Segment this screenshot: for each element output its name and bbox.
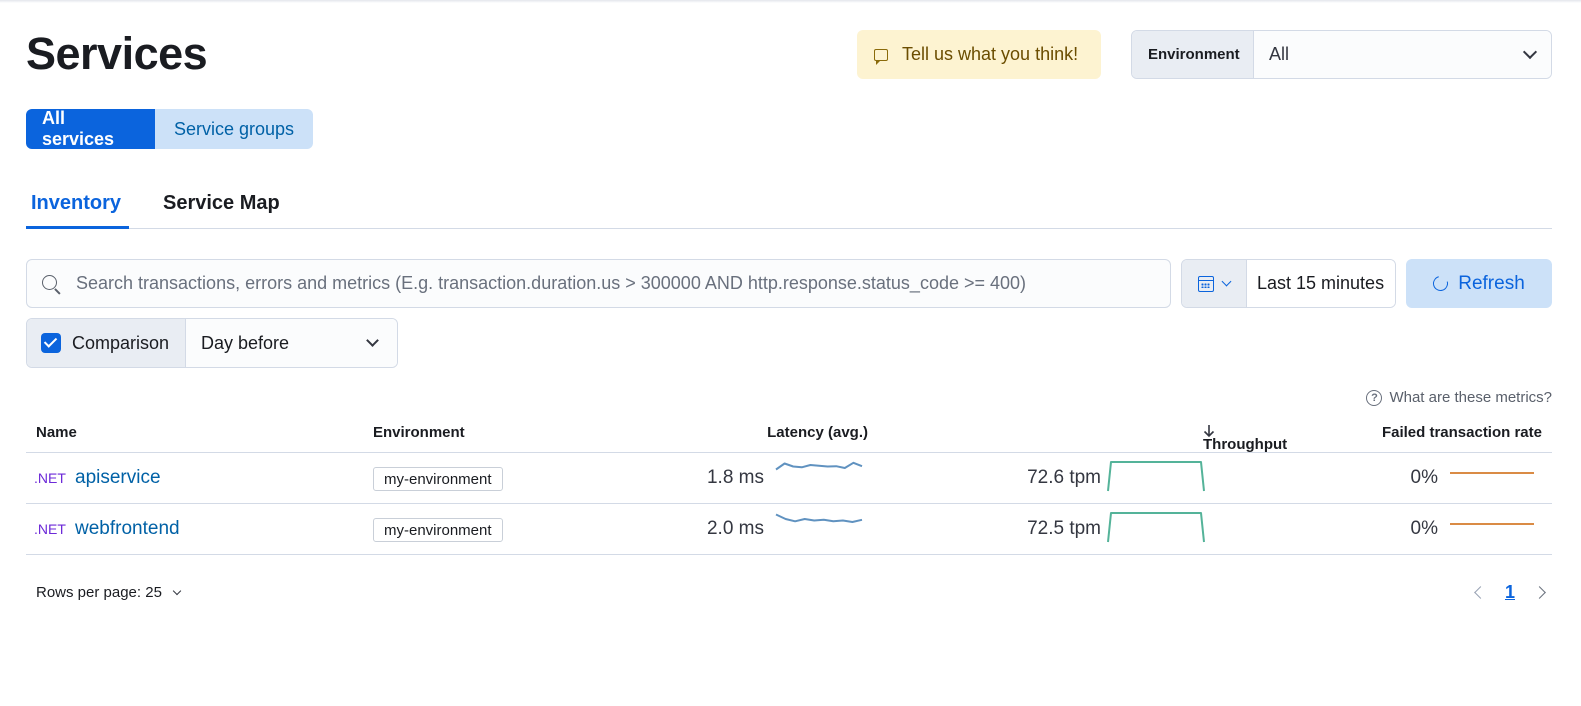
date-picker: Last 15 minutes — [1181, 259, 1396, 308]
latency-sparkline — [775, 461, 863, 471]
latency-value: 2.0 ms — [706, 518, 764, 539]
throughput-sparkline-series — [1107, 461, 1205, 492]
environment-badge: my-environment — [373, 467, 503, 491]
comparison-checkbox[interactable] — [41, 333, 61, 353]
table-row: .NET apiservice my-environment 1.8 ms 72… — [26, 453, 1552, 504]
search-input[interactable] — [76, 273, 1156, 294]
latency-sparkline-series — [775, 461, 863, 471]
metrics-help-link[interactable]: ? What are these metrics? — [1366, 389, 1552, 406]
rows-per-page-label: Rows per page: 25 — [36, 584, 162, 601]
throughput-sparkline — [1107, 512, 1205, 543]
previous-page-icon[interactable] — [1474, 586, 1487, 599]
next-page-icon[interactable] — [1533, 586, 1546, 599]
calendar-icon — [1198, 275, 1214, 292]
date-range-display[interactable]: Last 15 minutes — [1247, 260, 1395, 307]
tab-service-map[interactable]: Service Map — [163, 192, 280, 215]
search-bar — [26, 259, 1171, 308]
metrics-help-label: What are these metrics? — [1389, 389, 1552, 406]
failed-rate-value: 0% — [1410, 518, 1438, 539]
environment-select-label: Environment — [1132, 31, 1254, 78]
column-header-name[interactable]: Name — [36, 424, 77, 441]
tab-inventory[interactable]: Inventory — [31, 192, 121, 215]
chevron-down-icon — [366, 334, 379, 347]
environment-select-value[interactable]: All — [1254, 31, 1551, 78]
table-row: .NET webfrontend my-environment 2.0 ms 7… — [26, 504, 1552, 555]
service-name-link[interactable]: webfrontend — [75, 518, 180, 540]
services-table: Name Environment Latency (avg.) Throughp… — [26, 412, 1552, 555]
service-groups-button[interactable]: Service groups — [155, 109, 313, 149]
chevron-down-icon — [172, 586, 182, 595]
search-icon — [42, 274, 60, 293]
column-header-throughput[interactable]: Throughput — [1203, 424, 1287, 453]
column-header-latency[interactable]: Latency (avg.) — [767, 424, 868, 441]
refresh-label: Refresh — [1458, 272, 1525, 294]
failed-rate-sparkline — [1450, 523, 1534, 525]
throughput-value: 72.5 tpm — [1027, 518, 1101, 539]
dotnet-agent-icon: .NET — [34, 470, 66, 486]
comparison-toggle[interactable]: Comparison — [27, 319, 186, 367]
tab-selected-indicator — [26, 226, 129, 229]
failed-rate-value: 0% — [1410, 467, 1438, 488]
refresh-icon — [1430, 273, 1451, 294]
throughput-sparkline-series — [1107, 512, 1205, 543]
column-header-failed-rate[interactable]: Failed transaction rate — [1382, 424, 1542, 441]
failed-rate-sparkline — [1450, 472, 1534, 474]
page-number-button[interactable]: 1 — [1505, 582, 1515, 603]
latency-sparkline — [775, 513, 863, 523]
column-header-environment[interactable]: Environment — [373, 424, 465, 441]
rows-per-page-select[interactable]: Rows per page: 25 — [36, 584, 182, 601]
chevron-down-icon — [1221, 276, 1232, 287]
column-header-throughput-label: Throughput — [1203, 436, 1288, 453]
latency-value: 1.8 ms — [706, 467, 764, 488]
table-header: Name Environment Latency (avg.) Throughp… — [26, 412, 1552, 453]
comparison-control: Comparison Day before — [26, 318, 398, 368]
throughput-sparkline — [1107, 461, 1205, 492]
pagination: 1 — [1474, 582, 1546, 603]
throughput-value: 72.6 tpm — [1027, 467, 1101, 488]
page-title: Services — [26, 28, 208, 79]
feedback-label: Tell us what you think! — [902, 44, 1079, 64]
chevron-down-icon — [1522, 44, 1538, 59]
environment-badge: my-environment — [373, 518, 503, 542]
dotnet-agent-icon: .NET — [34, 521, 66, 537]
environment-select[interactable]: Environment All — [1131, 30, 1552, 79]
refresh-button[interactable]: Refresh — [1406, 259, 1552, 308]
chat-bubble-icon — [874, 48, 888, 65]
feedback-button[interactable]: Tell us what you think! — [857, 30, 1101, 79]
comparison-select-value: Day before — [201, 332, 290, 353]
environment-select-value-text: All — [1269, 44, 1290, 64]
tab-bar: Inventory Service Map — [26, 182, 1552, 229]
latency-sparkline-series — [775, 513, 863, 523]
comparison-select[interactable]: Day before — [186, 319, 397, 367]
comparison-label: Comparison — [72, 332, 170, 353]
service-name-link[interactable]: apiservice — [75, 467, 161, 489]
view-toggle: All services Service groups — [26, 109, 313, 149]
question-icon: ? — [1366, 389, 1383, 406]
all-services-button[interactable]: All services — [26, 109, 155, 149]
quick-select-button[interactable] — [1182, 260, 1247, 307]
top-shadow — [0, 0, 1581, 3]
